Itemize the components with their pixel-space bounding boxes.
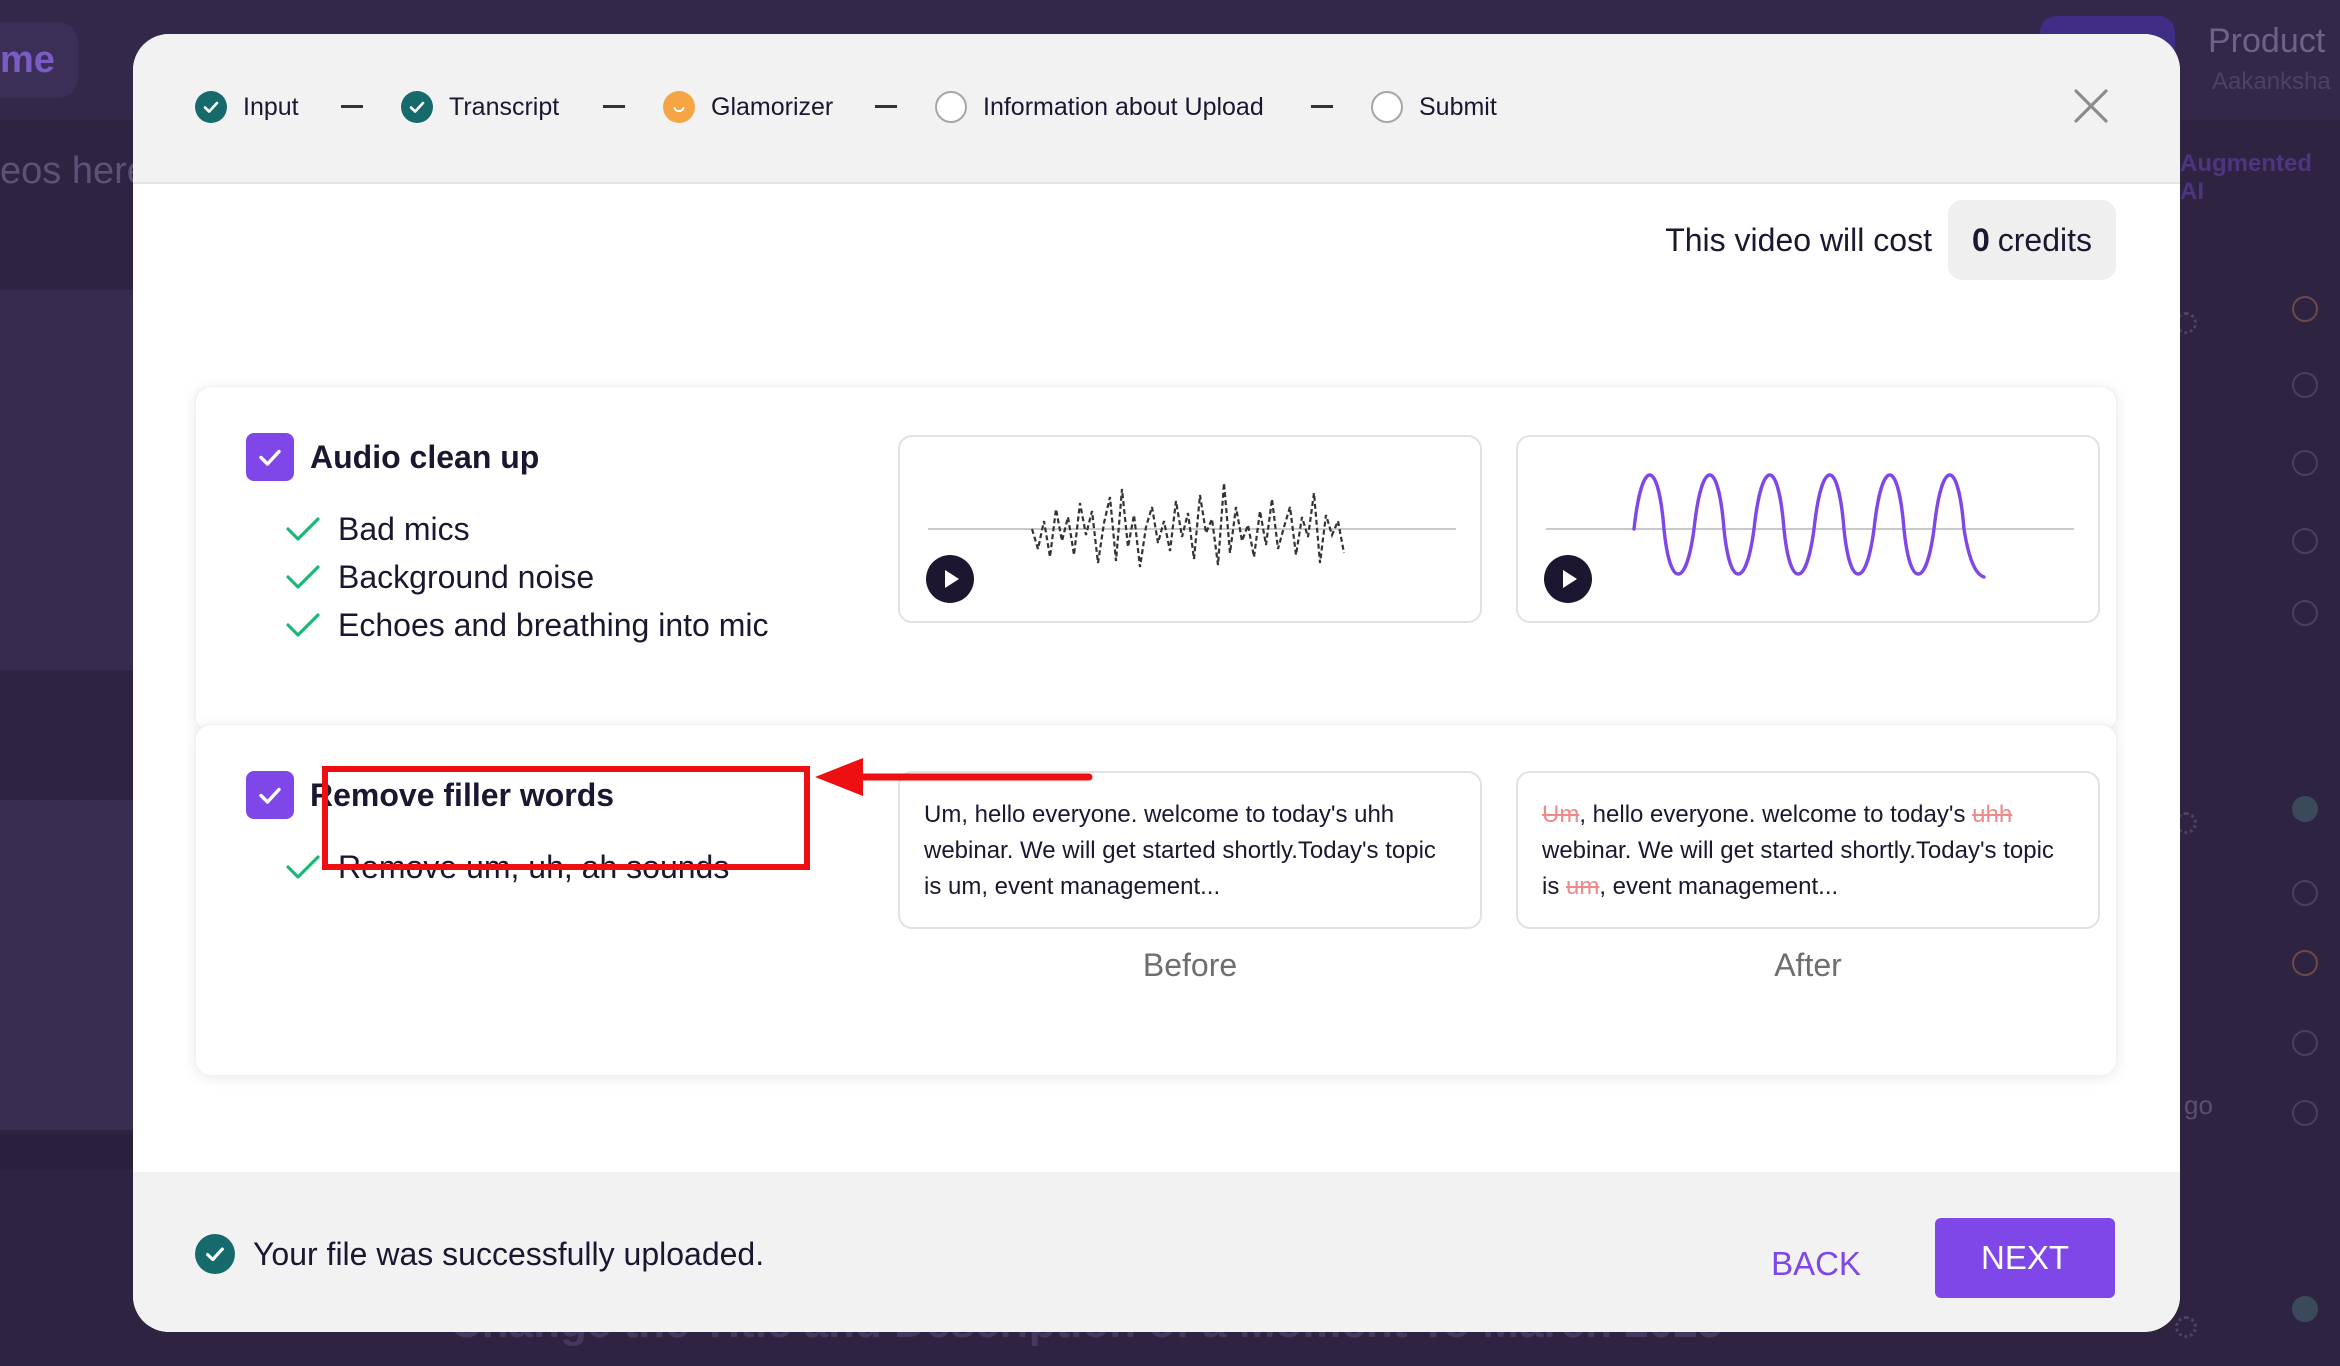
list-item: Echoes and breathing into mic [286, 601, 768, 649]
bg-timeline-dot [2292, 950, 2318, 976]
step-glamorizer[interactable]: Glamorizer [663, 90, 833, 124]
before-caption: Before [1142, 947, 1238, 983]
bg-brand-logo: me [0, 22, 78, 98]
cost-label: This video will cost [1665, 221, 1932, 258]
bg-timeline-dot [2292, 450, 2318, 476]
modal-footer: Your file was successfully uploaded. BAC… [133, 1172, 2180, 1332]
after-caption: After [1774, 947, 1842, 983]
audio-cleanup-card: Audio clean up Bad mics Background noise… [195, 386, 2117, 732]
audio-after-sample [1516, 435, 2100, 623]
step-check-icon [401, 91, 433, 123]
modal-header: Input Transcript Glamorizer Information … [133, 34, 2180, 184]
bg-timeline-dot [2292, 1030, 2318, 1056]
step-label: Information about Upload [983, 92, 1264, 121]
bg-augmented-label: Augmented AI [2180, 150, 2312, 205]
step-label: Glamorizer [711, 92, 834, 121]
play-icon [1563, 570, 1577, 588]
clean-waveform-icon [1546, 473, 2074, 579]
step-information-about-upload[interactable]: Information about Upload [935, 90, 1264, 124]
bg-timeline-dot [2292, 880, 2318, 906]
play-after-button[interactable] [1544, 555, 1592, 603]
bg-product-title: Product [2208, 22, 2326, 60]
green-check-icon [286, 565, 320, 589]
close-button[interactable] [2071, 86, 2111, 126]
checkmark-icon [259, 449, 281, 466]
play-before-button[interactable] [926, 555, 974, 603]
step-separator [875, 105, 897, 108]
step-label: Submit [1419, 92, 1497, 121]
remove-filler-words-toggle[interactable]: Remove filler words [246, 771, 614, 819]
green-check-icon [286, 517, 320, 541]
green-check-icon [286, 855, 320, 879]
video-cost: This video will cost 0 credits [1665, 200, 2116, 280]
removed-filler-word: uhh [1972, 801, 2013, 828]
benefit-text: Bad mics [338, 510, 470, 547]
green-check-icon [286, 613, 320, 637]
step-transcript[interactable]: Transcript [401, 90, 559, 124]
step-spinner-icon [663, 91, 695, 123]
filler-benefits: Remove um, uh, ah sounds [286, 843, 729, 891]
bg-side-text: go [2184, 1090, 2213, 1120]
bg-timeline-dot [2292, 1296, 2318, 1322]
bg-search-text: eos here [0, 150, 148, 192]
upload-status-text: Your file was successfully uploaded. [253, 1235, 765, 1272]
success-check-icon [195, 1234, 235, 1274]
benefit-text: Echoes and breathing into mic [338, 606, 769, 643]
before-text: Um, hello everyone. welcome to today's u… [924, 801, 1436, 900]
remove-filler-words-title: Remove filler words [310, 776, 615, 813]
step-separator [341, 105, 363, 108]
step-check-icon [195, 91, 227, 123]
bg-timeline-dot [2292, 796, 2318, 822]
cost-badge: 0 credits [1947, 200, 2116, 280]
back-button[interactable]: BACK [1743, 1228, 1889, 1300]
list-item: Remove um, uh, ah sounds [286, 843, 729, 891]
next-button[interactable]: NEXT [1935, 1218, 2115, 1298]
bg-timeline-dot [2292, 600, 2318, 626]
bg-left-panel [0, 290, 133, 670]
step-input[interactable]: Input [195, 90, 299, 124]
removed-filler-word: Um [1542, 801, 1580, 828]
step-empty-circle-icon [1371, 91, 1403, 123]
list-item: Bad mics [286, 505, 768, 553]
benefit-text: Remove um, uh, ah sounds [338, 848, 730, 885]
upload-status: Your file was successfully uploaded. [195, 1234, 764, 1274]
list-item: Background noise [286, 553, 768, 601]
step-separator [603, 105, 625, 108]
close-icon [2074, 89, 2108, 123]
remove-filler-words-card: Remove filler words Remove um, uh, ah so… [195, 724, 2117, 1076]
benefit-text: Background noise [338, 558, 595, 595]
play-icon [945, 570, 959, 588]
bg-left-strip [0, 1135, 133, 1170]
bg-timeline-dot [2292, 528, 2318, 554]
bg-timeline-dot [2292, 1100, 2318, 1126]
step-submit[interactable]: Submit [1371, 90, 1497, 124]
audio-cleanup-toggle[interactable]: Audio clean up [246, 433, 539, 481]
remove-filler-words-checkbox[interactable] [246, 771, 294, 819]
after-text: , event management... [1599, 873, 1839, 900]
bg-left-panel-2 [0, 800, 133, 1130]
transcript-after-box: Um, hello everyone. welcome to today's u… [1516, 771, 2100, 929]
cost-amount: 0 [1971, 221, 1990, 258]
bg-timeline-dot [2292, 296, 2318, 322]
step-label: Input [243, 92, 299, 121]
after-text: , hello everyone. welcome to today's [1579, 801, 1973, 828]
audio-cleanup-benefits: Bad mics Background noise Echoes and bre… [286, 505, 768, 649]
bg-timeline-dot [2292, 372, 2318, 398]
removed-filler-word: um [1566, 873, 1600, 900]
step-separator [1311, 105, 1333, 108]
audio-cleanup-checkbox[interactable] [246, 433, 294, 481]
bg-user-name: Aakanksha [2212, 68, 2331, 95]
noisy-waveform-icon [928, 482, 1456, 568]
step-label: Transcript [449, 92, 560, 121]
audio-before-sample [898, 435, 1482, 623]
annotation-arrow-icon [815, 758, 1093, 796]
step-empty-circle-icon [935, 91, 967, 123]
cost-unit: credits [1997, 221, 2092, 258]
glamorizer-modal: Input Transcript Glamorizer Information … [133, 34, 2180, 1332]
audio-cleanup-title: Audio clean up [310, 438, 540, 475]
checkmark-icon [259, 787, 281, 804]
